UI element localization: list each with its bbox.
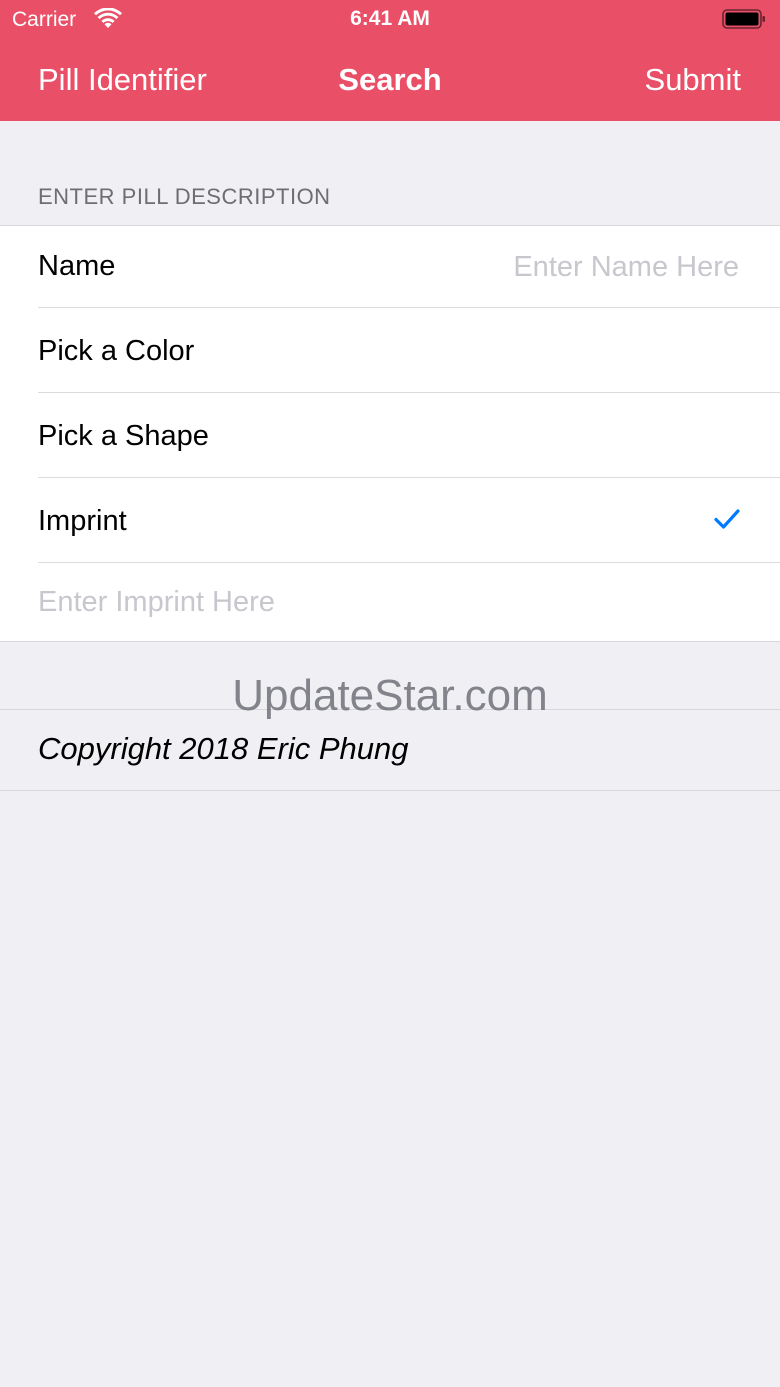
watermark: UpdateStar.com	[232, 671, 548, 720]
pick-color-row[interactable]: Pick a Color	[0, 308, 780, 392]
name-label: Name	[38, 250, 116, 282]
pick-shape-label: Pick a Shape	[38, 420, 209, 452]
navigation-header: Carrier 6:41 AM Pill Identifier Search S…	[0, 0, 780, 121]
pick-color-label: Pick a Color	[38, 335, 195, 367]
name-input[interactable]	[417, 246, 741, 288]
clock-time: 6:41 AM	[350, 7, 430, 30]
imprint-input[interactable]	[38, 582, 738, 622]
submit-button[interactable]: Submit	[645, 62, 741, 98]
copyright-text: Copyright 2018 Eric Phung	[38, 731, 409, 766]
battery-icon	[722, 9, 765, 29]
nav-bar: Pill Identifier Search Submit	[0, 40, 780, 121]
pill-description-form: Name Pick a Color Pick a Shape Imprint	[0, 225, 780, 642]
status-bar: Carrier 6:41 AM	[0, 0, 780, 40]
pick-shape-row[interactable]: Pick a Shape	[0, 393, 780, 477]
imprint-row[interactable]: Imprint	[0, 478, 780, 562]
footer-divider	[0, 790, 780, 791]
imprint-label: Imprint	[38, 505, 127, 537]
imprint-input-row[interactable]	[0, 563, 780, 641]
checkmark-icon	[714, 508, 740, 535]
section-header: ENTER PILL DESCRIPTION	[38, 184, 331, 209]
name-row[interactable]: Name	[0, 226, 780, 307]
